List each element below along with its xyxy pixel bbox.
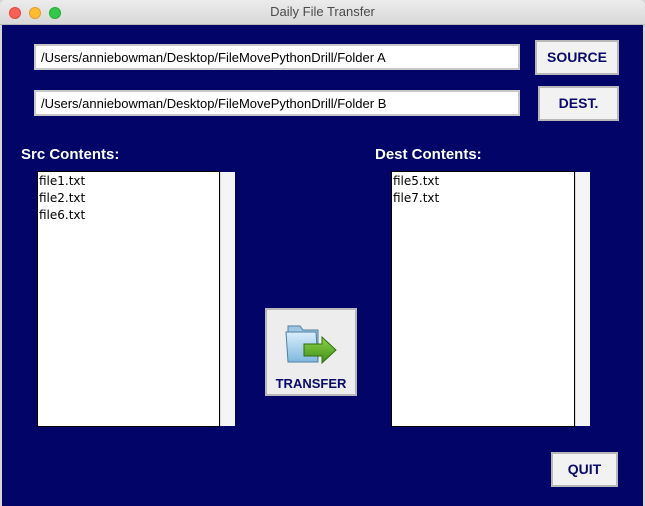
close-window-button[interactable]	[9, 7, 21, 19]
quit-button[interactable]: QUIT	[551, 452, 618, 487]
source-path-field[interactable]	[34, 44, 520, 70]
transfer-button-label: TRANSFER	[275, 376, 347, 391]
src-list-scrollbar[interactable]	[220, 172, 235, 426]
dest-contents-list[interactable]: file5.txt file7.txt	[391, 171, 575, 427]
dest-list-scrollbar[interactable]	[575, 172, 590, 426]
dest-contents-label: Dest Contents:	[375, 146, 482, 163]
window-title: Daily File Transfer	[270, 4, 375, 19]
list-item[interactable]: file6.txt	[38, 207, 219, 224]
transfer-button[interactable]: TRANSFER	[265, 308, 357, 396]
list-item[interactable]: file7.txt	[392, 190, 574, 207]
list-item[interactable]: file1.txt	[38, 173, 219, 190]
maximize-window-button[interactable]	[49, 7, 61, 19]
title-bar: Daily File Transfer	[0, 0, 645, 25]
dest-button[interactable]: DEST.	[538, 86, 619, 121]
src-contents-list[interactable]: file1.txt file2.txt file6.txt	[37, 171, 220, 427]
source-button[interactable]: SOURCE	[535, 40, 619, 75]
src-contents-label: Src Contents:	[21, 146, 120, 163]
app-window: Daily File Transfer SOURCE DEST. Src Con…	[0, 0, 645, 506]
minimize-window-button[interactable]	[29, 7, 41, 19]
folder-transfer-icon	[282, 316, 342, 376]
dest-path-field[interactable]	[34, 90, 520, 116]
main-panel: SOURCE DEST. Src Contents: Dest Contents…	[2, 25, 643, 506]
list-item[interactable]: file2.txt	[38, 190, 219, 207]
list-item[interactable]: file5.txt	[392, 173, 574, 190]
